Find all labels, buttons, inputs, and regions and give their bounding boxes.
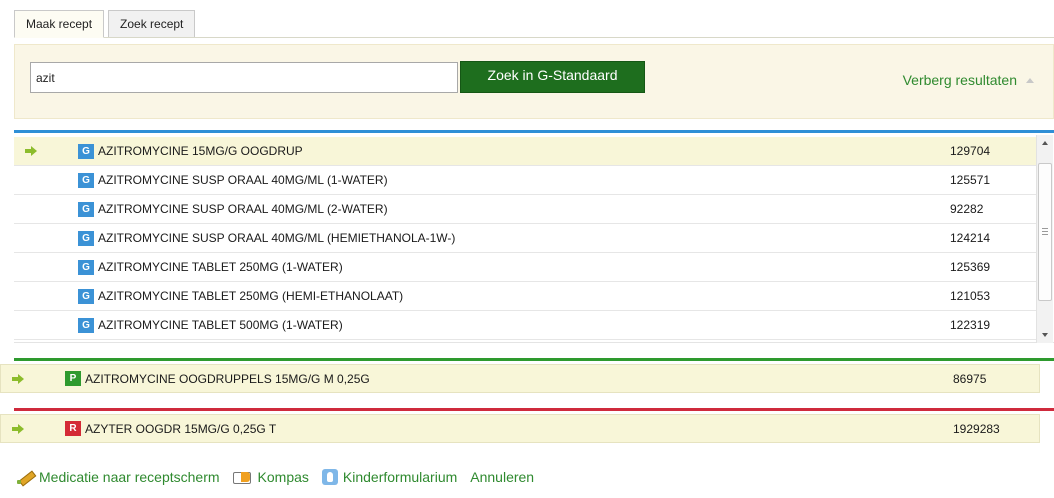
- scroll-up-icon[interactable]: [1037, 135, 1054, 151]
- action-label: Annuleren: [470, 469, 535, 485]
- result-code: 129704: [950, 144, 991, 158]
- collapse-icon: [1026, 77, 1034, 83]
- hide-results-label: Verberg resultaten: [902, 72, 1017, 88]
- search-input[interactable]: [30, 62, 458, 93]
- result-name: AZITROMYCINE 15MG/G OOGDRUP: [98, 144, 303, 158]
- result-name: AZITROMYCINE OOGDRUPPELS 15MG/G M 0,25G: [85, 371, 370, 386]
- scroll-thumb[interactable]: [1038, 163, 1052, 301]
- result-name: AZITROMYCINE SUSP ORAAL 40MG/ML (1-WATER…: [98, 173, 388, 187]
- select-arrow-icon[interactable]: [12, 423, 24, 434]
- action-label: Medicatie naar receptscherm: [39, 469, 220, 485]
- tab-divider: [14, 37, 1054, 38]
- action-label: Kinderformularium: [342, 469, 458, 485]
- result-row[interactable]: G AZITROMYCINE TABLET 250MG (1-WATER) 12…: [14, 253, 1036, 282]
- generic-badge: G: [78, 143, 94, 159]
- select-arrow-icon[interactable]: [12, 373, 24, 384]
- result-name: AZITROMYCINE TABLET 250MG (HEMI-ETHANOLA…: [98, 289, 404, 303]
- result-name: AZITROMYCINE SUSP ORAAL 40MG/ML (HEMIETH…: [98, 231, 456, 245]
- results-scrollbar[interactable]: [1036, 135, 1053, 343]
- result-row[interactable]: G AZITROMYCINE SUSP ORAAL 40MG/ML (HEMIE…: [14, 224, 1036, 253]
- select-arrow-icon[interactable]: [25, 146, 37, 156]
- cancel-link[interactable]: Annuleren: [470, 469, 534, 485]
- kompas-link[interactable]: Kompas: [232, 469, 309, 485]
- result-row[interactable]: G AZITROMYCINE TABLET 500MG (1-WATER) 12…: [14, 311, 1036, 340]
- result-name: AZYTER OOGDR 15MG/G 0,25G T: [85, 421, 277, 436]
- generic-badge: G: [78, 172, 94, 188]
- generic-badge: G: [78, 201, 94, 217]
- product-group-bar: [14, 358, 1054, 361]
- search-g-standaard-button[interactable]: Zoek in G-Standaard: [460, 61, 645, 93]
- generic-badge: G: [78, 259, 94, 275]
- generic-group-bar: [14, 130, 1054, 133]
- kinderformularium-link[interactable]: Kinderformularium: [321, 469, 458, 485]
- result-code: 121053: [950, 289, 991, 303]
- tab-zoek-recept[interactable]: Zoek recept: [108, 10, 196, 38]
- result-name: AZITROMYCINE SUSP ORAAL 40MG/ML (2-WATER…: [98, 202, 388, 216]
- result-code: 124214: [950, 231, 991, 245]
- result-row[interactable]: G AZITROMYCINE TABLET 250MG (HEMI-ETHANO…: [14, 282, 1036, 311]
- result-code: 125369: [950, 260, 991, 274]
- hide-results-toggle[interactable]: Verberg resultaten: [903, 72, 1034, 88]
- product-result-row[interactable]: P AZITROMYCINE OOGDRUPPELS 15MG/G M 0,25…: [0, 364, 1040, 393]
- scroll-down-icon[interactable]: [1037, 327, 1054, 343]
- result-row[interactable]: G AZITROMYCINE 15MG/G OOGDRUP 129704: [14, 137, 1036, 166]
- result-code: 125571: [950, 173, 991, 187]
- result-code: 86975: [953, 371, 987, 386]
- brand-result-row[interactable]: R AZYTER OOGDR 15MG/G 0,25G T 1929283: [0, 414, 1040, 443]
- product-badge: P: [65, 371, 81, 386]
- result-code: 92282: [950, 202, 984, 216]
- tab-maak-recept[interactable]: Maak recept: [14, 10, 105, 38]
- result-code: 1929283: [953, 421, 1000, 436]
- result-name: AZITROMYCINE TABLET 250MG (1-WATER): [98, 260, 343, 274]
- medication-to-prescription-link[interactable]: Medicatie naar receptscherm: [16, 469, 220, 485]
- generic-results-list: G AZITROMYCINE 15MG/G OOGDRUP 129704 G A…: [14, 135, 1054, 343]
- result-row[interactable]: G AZITROMYCINE SUSP ORAAL 40MG/ML (1-WAT…: [14, 166, 1036, 195]
- generic-badge: G: [78, 230, 94, 246]
- result-row[interactable]: G AZITROMYCINE SUSP ORAAL 40MG/ML (2-WAT…: [14, 195, 1036, 224]
- result-code: 122319: [950, 318, 991, 332]
- hand-icon: [321, 469, 338, 485]
- search-panel: Zoek in G-Standaard Verberg resultaten: [14, 44, 1054, 119]
- brand-group-bar: [14, 408, 1054, 411]
- brand-badge: R: [65, 421, 81, 436]
- generic-badge: G: [78, 288, 94, 304]
- action-label: Kompas: [257, 469, 309, 485]
- generic-badge: G: [78, 317, 94, 333]
- pencil-icon: [16, 469, 34, 485]
- result-name: AZITROMYCINE TABLET 500MG (1-WATER): [98, 318, 343, 332]
- grip-icon: [1042, 228, 1048, 237]
- tab-bar: Maak recept Zoek recept: [14, 10, 199, 38]
- compass-icon: [232, 471, 253, 484]
- action-bar: Medicatie naar receptscherm Kompas Kinde…: [16, 467, 547, 487]
